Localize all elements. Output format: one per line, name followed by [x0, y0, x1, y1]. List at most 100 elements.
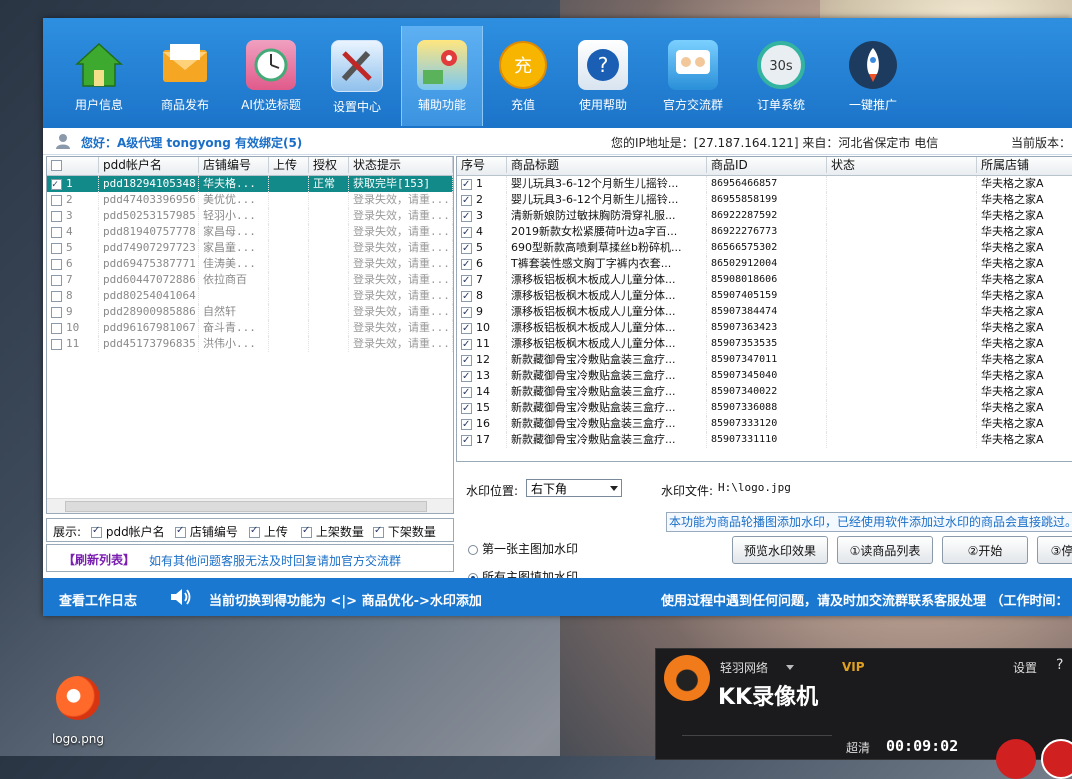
row-checkbox[interactable] [461, 273, 472, 288]
watermark-file-input[interactable]: H:\logo.jpg [718, 479, 1072, 497]
product-row[interactable]: 15 新款藏御骨宝冷敷贴盒装三盒疗...85907336088 华夫格之家A [457, 400, 1072, 416]
account-row[interactable]: 11 pdd45173796835 洪伟小... 登录失效，请重... [47, 336, 453, 352]
product-row[interactable]: 10 漂移板铝板枫木板成人儿童分体...85907363423 华夫格之家A [457, 320, 1072, 336]
product-row[interactable]: 6 T裤套装性感文胸丁字裤内衣套...86502912004 华夫格之家A [457, 256, 1072, 272]
row-checkbox[interactable] [461, 177, 472, 192]
start-button[interactable]: ②开始 [942, 536, 1028, 564]
display-option[interactable]: 上传 [249, 523, 288, 540]
product-row[interactable]: 7 漂移板铝板枫木板成人儿童分体...85908018606 华夫格之家A [457, 272, 1072, 288]
row-checkbox[interactable] [461, 305, 472, 320]
row-checkbox[interactable] [461, 289, 472, 304]
row-checkbox[interactable] [461, 337, 472, 352]
chevron-down-icon[interactable] [786, 665, 794, 670]
checkbox[interactable] [175, 525, 186, 538]
stop-button[interactable]: ③停 [1037, 536, 1072, 564]
toolbar-promote[interactable]: 一键推广 [833, 26, 913, 126]
preview-watermark-button[interactable]: 预览水印效果 [732, 536, 828, 564]
row-checkbox[interactable] [461, 369, 472, 384]
header-cell[interactable]: 商品ID [707, 157, 827, 173]
display-option[interactable]: 上架数量 [301, 523, 364, 540]
header-cell[interactable]: 商品标题 [507, 157, 707, 173]
kk-quality[interactable]: 超清 [846, 739, 870, 756]
scrollbar-thumb[interactable] [65, 501, 427, 512]
product-row[interactable]: 16 新款藏御骨宝冷敷贴盒装三盒疗...85907333120 华夫格之家A [457, 416, 1072, 432]
product-row[interactable]: 5 690型新款高喷剩草揉丝b粉碎机...86566575302 华夫格之家A [457, 240, 1072, 256]
product-row[interactable]: 2 婴儿玩具3-6-12个月新生儿摇铃...86955858199 华夫格之家A [457, 192, 1072, 208]
row-checkbox[interactable] [51, 306, 62, 318]
row-checkbox[interactable] [51, 177, 62, 192]
row-checkbox[interactable] [51, 226, 62, 238]
account-row[interactable]: 2 pdd47403396956 美优优... 登录失效，请重... [47, 192, 453, 208]
kk-stop-button[interactable] [1041, 739, 1072, 779]
product-row[interactable]: 1 婴儿玩具3-6-12个月新生儿摇铃...86956466857 华夫格之家A [457, 176, 1072, 192]
row-checkbox[interactable] [51, 322, 62, 334]
toolbar-settings[interactable]: 设置中心 [317, 26, 397, 126]
account-row[interactable]: 7 pdd60447072886 依拉商百 登录失效，请重... [47, 272, 453, 288]
account-row[interactable]: 10 pdd96167981067 奋斗青... 登录失效，请重... [47, 320, 453, 336]
display-option[interactable]: 店铺编号 [175, 523, 238, 540]
header-cell[interactable]: 序号 [457, 157, 507, 173]
product-row[interactable]: 12 新款藏御骨宝冷敷贴盒装三盒疗...85907347011 华夫格之家A [457, 352, 1072, 368]
toolbar-recharge[interactable]: 充 充值 [483, 26, 563, 126]
checkbox[interactable] [301, 525, 312, 538]
toolbar-help[interactable]: ? 使用帮助 [563, 26, 643, 126]
header-cell[interactable]: 上传 [269, 157, 309, 173]
select-all-checkbox[interactable] [51, 160, 62, 171]
row-checkbox[interactable] [51, 338, 62, 350]
toolbar-group[interactable]: 官方交流群 [653, 26, 733, 126]
product-row[interactable]: 14 新款藏御骨宝冷敷贴盒装三盒疗...85907340022 华夫格之家A [457, 384, 1072, 400]
kk-help[interactable]: ? [1056, 657, 1063, 673]
account-row[interactable]: 8 pdd80254041064 登录失效，请重... [47, 288, 453, 304]
header-cell[interactable]: pdd帐户名 [99, 157, 199, 173]
radio-button[interactable] [468, 544, 478, 555]
account-row[interactable]: 3 pdd50253157985 轻羽小... 登录失效，请重... [47, 208, 453, 224]
horizontal-scrollbar[interactable] [47, 498, 453, 513]
row-checkbox[interactable] [461, 321, 472, 336]
checkbox[interactable] [249, 525, 260, 538]
account-row[interactable]: 4 pdd81940757778 家昌母... 登录失效，请重... [47, 224, 453, 240]
toolbar-ai-title[interactable]: AI优选标题 [231, 26, 311, 126]
radio-first-image[interactable]: 第一张主图加水印 [468, 540, 578, 557]
account-row[interactable]: 1 pdd18294105348华夫格... 正常获取完毕[153] [47, 176, 453, 192]
checkbox[interactable] [91, 525, 102, 538]
product-row[interactable]: 9 漂移板铝板枫木板成人儿童分体...85907384474 华夫格之家A [457, 304, 1072, 320]
product-row[interactable]: 3 清新新娘防过敏抹胸防滑穿礼服...86922287592 华夫格之家A [457, 208, 1072, 224]
display-option[interactable]: 下架数量 [373, 523, 436, 540]
header-cell[interactable]: 状态 [827, 157, 977, 173]
row-checkbox[interactable] [461, 401, 472, 416]
row-checkbox[interactable] [51, 290, 62, 302]
header-cell[interactable]: 状态提示 [349, 157, 453, 173]
row-checkbox[interactable] [461, 417, 472, 432]
row-checkbox[interactable] [461, 209, 472, 224]
account-row[interactable]: 5 pdd74907297723 家昌童... 登录失效，请重... [47, 240, 453, 256]
kk-record-button[interactable] [996, 739, 1036, 779]
row-checkbox[interactable] [51, 242, 62, 254]
product-row[interactable]: 13 新款藏御骨宝冷敷贴盒装三盒疗...85907345040 华夫格之家A [457, 368, 1072, 384]
desktop-file-icon[interactable]: logo.png [48, 676, 108, 746]
row-checkbox[interactable] [461, 433, 472, 448]
row-checkbox[interactable] [461, 353, 472, 368]
kk-vip-badge[interactable]: VIP [842, 660, 865, 674]
toolbar-user-info[interactable]: 用户信息 [59, 26, 139, 126]
product-row[interactable]: 8 漂移板铝板枫木板成人儿童分体...85907405159 华夫格之家A [457, 288, 1072, 304]
toolbar-orders[interactable]: 30s 订单系统 [741, 26, 821, 126]
kk-settings[interactable]: 设置 [1013, 659, 1037, 676]
view-log-link[interactable]: 查看工作日志 [59, 590, 137, 609]
refresh-list-link[interactable]: 【刷新列表】 [63, 551, 135, 568]
row-checkbox[interactable] [461, 241, 472, 256]
header-cell[interactable]: 所属店铺 [977, 157, 1072, 173]
row-checkbox[interactable] [461, 257, 472, 272]
row-checkbox[interactable] [51, 274, 62, 286]
group-notice-link[interactable]: 如有其他问题客服无法及时回复请加官方交流群 [149, 552, 401, 569]
row-checkbox[interactable] [51, 258, 62, 270]
product-row[interactable]: 4 2019新款女松紧腰荷叶边a字百...86922276773 华夫格之家A [457, 224, 1072, 240]
watermark-position-select[interactable]: 右下角 [526, 479, 622, 497]
toolbar-publish[interactable]: 商品发布 [145, 26, 225, 126]
row-checkbox[interactable] [51, 210, 62, 222]
row-checkbox[interactable] [461, 193, 472, 208]
product-row[interactable]: 11 漂移板铝板枫木板成人儿童分体...85907353535 华夫格之家A [457, 336, 1072, 352]
toolbar-assist[interactable]: 辅助功能 [401, 26, 483, 126]
row-checkbox[interactable] [51, 194, 62, 206]
row-checkbox[interactable] [461, 385, 472, 400]
header-cell[interactable]: 店铺编号 [199, 157, 269, 173]
